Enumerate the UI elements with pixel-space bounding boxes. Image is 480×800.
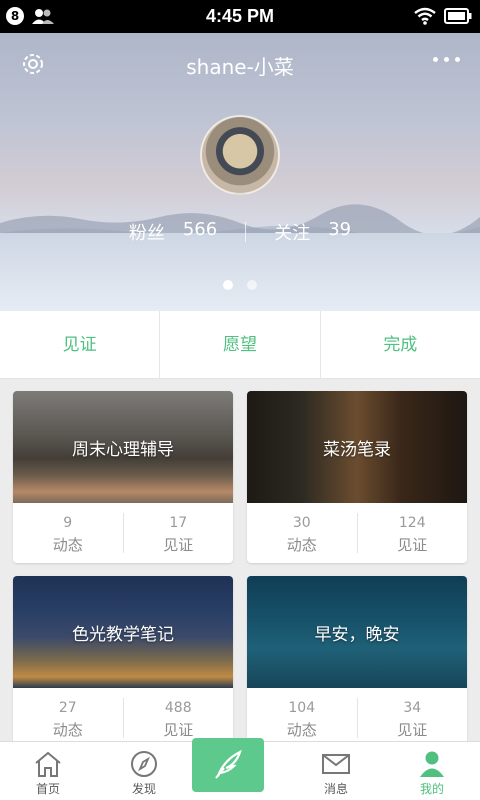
tab-witness[interactable]: 见证 [0, 311, 161, 378]
witness-label: 见证 [397, 536, 428, 554]
card-title: 周末心理辅导 [72, 440, 174, 460]
status-bar: 8 4:45 PM [0, 0, 480, 33]
nav-home-label: 首页 [35, 782, 60, 796]
nav-compose[interactable] [192, 738, 288, 800]
more-options-icon[interactable] [433, 57, 460, 62]
nav-mine-label: 我的 [419, 782, 444, 796]
page-dot-active [223, 280, 233, 290]
dynamics-count: 30 [292, 515, 311, 531]
dynamics-count: 27 [58, 700, 77, 716]
profile-header: shane-小菜 粉丝 566 关注 39 [0, 33, 480, 311]
following-count: 39 [328, 219, 352, 240]
card-item[interactable]: 菜汤笔录 30 动态 124 见证 [247, 391, 467, 563]
witness-count: 34 [403, 700, 422, 716]
witness-label: 见证 [163, 536, 194, 554]
tab-wish[interactable]: 愿望 [160, 311, 321, 378]
nav-discover-label: 发现 [131, 782, 156, 796]
page-dot [247, 280, 257, 290]
bottom-navigation: 首页 发现 消息 我的 [0, 738, 480, 800]
following-label: 关注 [274, 223, 311, 244]
witness-count: 124 [398, 515, 426, 531]
dynamics-label: 动态 [52, 536, 83, 554]
followers-label: 粉丝 [128, 223, 165, 244]
dynamics-count: 104 [288, 700, 316, 716]
card-stats: 9 动态 17 见证 [13, 503, 233, 563]
dynamics-label: 动态 [52, 721, 83, 739]
witness-label: 见证 [397, 721, 428, 739]
card-stats: 104 动态 34 见证 [247, 688, 467, 748]
card-title: 色光教学笔记 [72, 625, 174, 645]
dynamics-label: 动态 [286, 721, 317, 739]
card-item[interactable]: 色光教学笔记 27 动态 488 见证 [13, 576, 233, 748]
nav-discover[interactable]: 发现 [96, 742, 192, 800]
feather-quill-icon [215, 749, 242, 779]
nav-home[interactable]: 首页 [0, 742, 96, 800]
profile-name: shane-小菜 [186, 55, 294, 79]
envelope-icon [322, 754, 350, 774]
profile-tabs: 见证 愿望 完成 [0, 311, 480, 379]
avatar[interactable] [200, 115, 280, 195]
home-icon [35, 751, 61, 777]
compose-button[interactable] [192, 738, 264, 792]
card-title: 早安，晚安 [314, 625, 400, 645]
witness-label: 见证 [163, 721, 194, 739]
card-item[interactable]: 早安，晚安 104 动态 34 见证 [247, 576, 467, 748]
nav-mine[interactable]: 我的 [384, 742, 480, 800]
tab-done[interactable]: 完成 [321, 311, 480, 378]
clock: 4:45 PM [205, 6, 275, 26]
following-stat[interactable]: 关注 39 [246, 219, 379, 245]
wifi-icon [414, 7, 436, 25]
card-title: 菜汤笔录 [323, 440, 391, 460]
followers-count: 566 [182, 219, 218, 240]
battery-icon [444, 8, 472, 24]
compass-icon [131, 751, 157, 777]
app-screen: 8 4:45 PM shane-小菜 粉丝 566 关注 39 见证 愿望 完成… [0, 0, 480, 800]
dynamics-count: 9 [63, 515, 73, 531]
nav-messages-label: 消息 [323, 782, 348, 796]
follow-stats: 粉丝 566 关注 39 [0, 219, 480, 245]
followers-stat[interactable]: 粉丝 566 [101, 219, 245, 245]
card-stats: 30 动态 124 见证 [247, 503, 467, 563]
person-icon [420, 751, 444, 777]
page-indicator [0, 280, 480, 290]
witness-count: 17 [169, 515, 188, 531]
dynamics-label: 动态 [286, 536, 317, 554]
card-item[interactable]: 周末心理辅导 9 动态 17 见证 [13, 391, 233, 563]
nav-messages[interactable]: 消息 [288, 742, 384, 800]
witness-count: 488 [164, 700, 192, 716]
